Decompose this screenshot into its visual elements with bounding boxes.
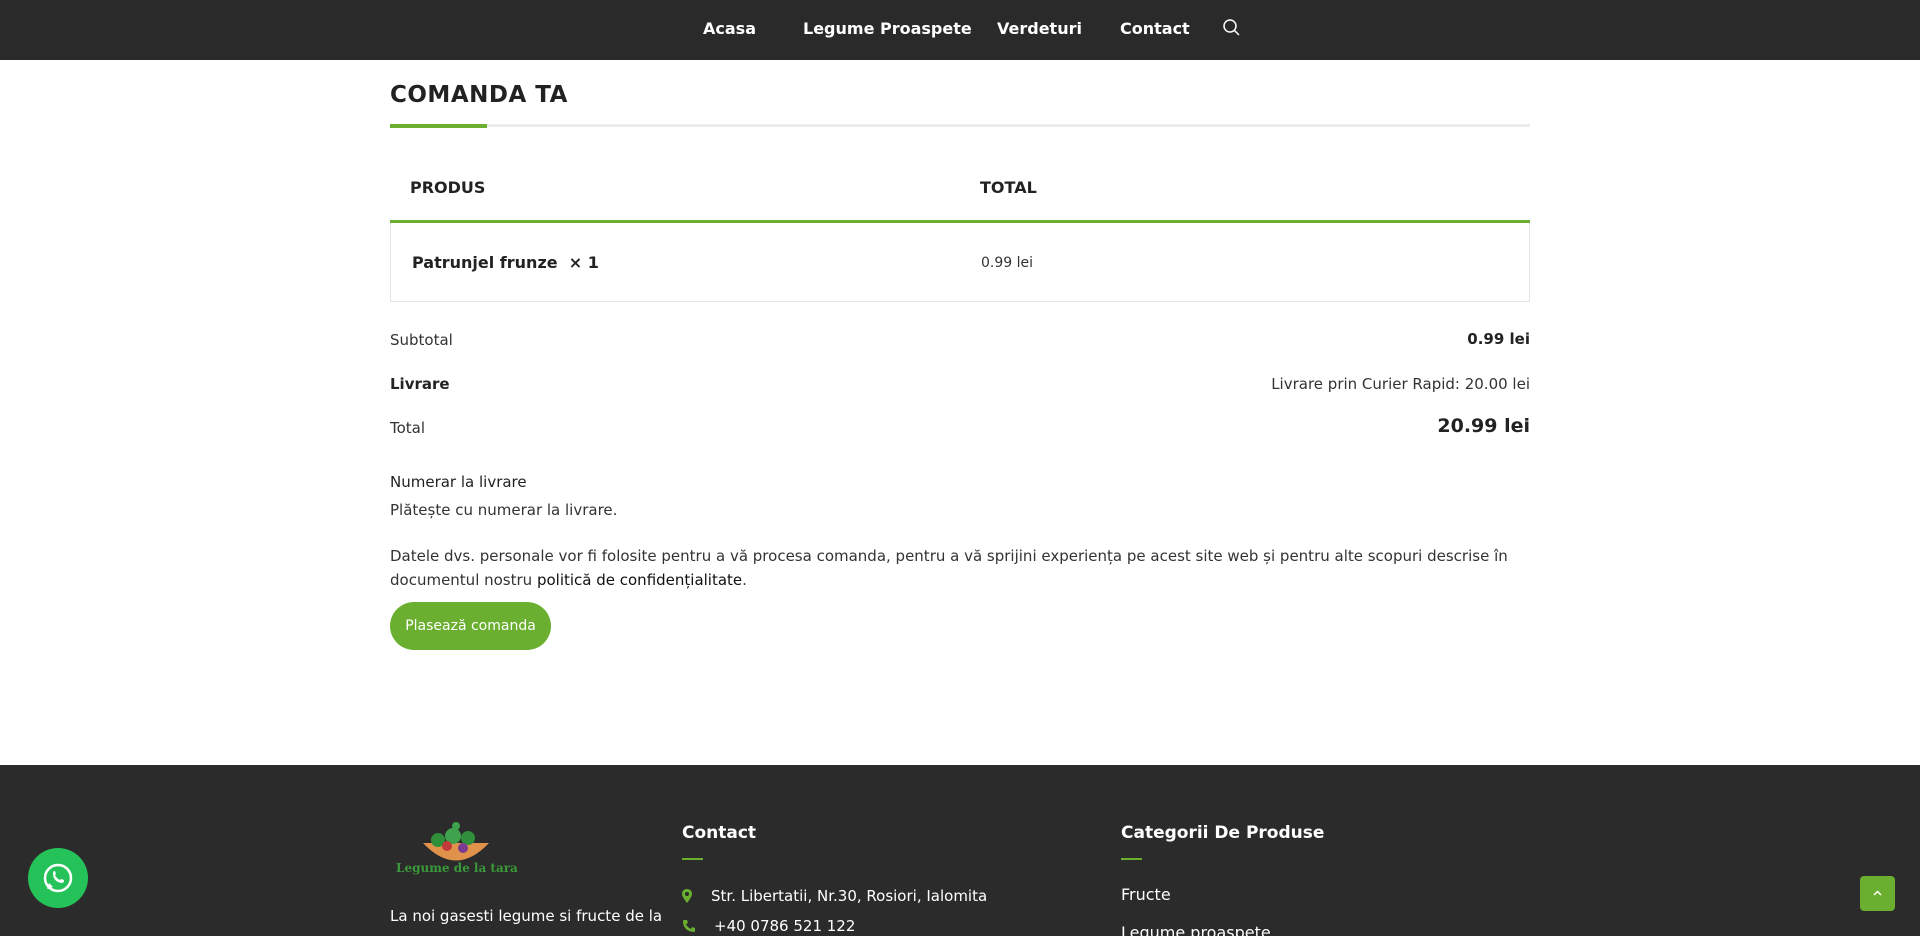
category-link-legume-proaspete[interactable]: Legume proaspete [1121,923,1271,942]
total-value: 20.99 lei [1437,415,1530,437]
payment-method-description: Plătește cu numerar la livrare. [390,501,618,519]
place-order-button[interactable]: Plasează comanda [390,602,551,650]
product-quantity: × 1 [568,253,599,272]
top-navigation: Acasa Legume Proaspete Verdeturi Contact [0,0,1920,60]
location-icon [682,888,696,903]
privacy-policy-link[interactable]: politică de confidențialitate [537,571,742,589]
title-divider [390,124,1530,127]
nav-link-acasa[interactable]: Acasa [703,19,756,38]
subtotal-value: 0.99 lei [1467,330,1530,348]
product-total: 0.99 lei [981,255,1034,271]
shipping-label: Livrare [390,375,450,393]
footer-contact-accent [682,858,703,860]
whatsapp-icon [28,863,88,912]
footer-categories-accent [1121,858,1142,860]
logo-text: Legume de la tara [396,861,518,875]
table-row: Patrunjel frunze × 1 0.99 lei [390,223,1530,302]
back-to-top-button[interactable] [1860,876,1895,911]
footer-categories-title: Categorii De Produse [1121,823,1325,843]
privacy-text-end: . [742,571,747,589]
chevron-up-icon [1860,890,1895,915]
order-table: PRODUS TOTAL Patrunjel frunze × 1 0.99 l… [390,150,1530,302]
nav-link-legume-proaspete[interactable]: Legume Proaspete [803,19,972,38]
table-header-total: TOTAL [980,178,1037,197]
subtotal-label: Subtotal [390,331,453,349]
payment-method-title: Numerar la livrare [390,473,527,491]
table-header-product: PRODUS [410,178,486,197]
privacy-notice: Datele dvs. personale vor fi folosite pe… [390,544,1535,592]
shipping-value: Livrare prin Curier Rapid: 20.00 lei [1271,375,1530,393]
phone-icon [682,918,696,932]
category-link-fructe[interactable]: Fructe [1121,885,1171,904]
order-section-title: COMANDA TA [390,82,568,108]
product-name: Patrunjel frunze [412,253,558,272]
contact-address: Str. Libertatii, Nr.30, Rosiori, Ialomit… [711,887,988,905]
product-name-cell: Patrunjel frunze × 1 [412,253,599,272]
contact-phone[interactable]: +40 0786 521 122 [714,917,855,935]
footer-contact-title: Contact [682,823,757,843]
nav-link-verdeturi[interactable]: Verdeturi [997,19,1082,38]
footer: Legume de la tara La noi gasesti legume … [0,765,1920,942]
nav-link-contact[interactable]: Contact [1120,19,1190,38]
title-accent-bar [390,124,487,128]
footer-about-text: La noi gasesti legume si fructe de la [390,907,663,925]
total-label: Total [390,419,426,437]
whatsapp-chat-button[interactable] [28,848,88,908]
search-icon[interactable] [1222,18,1242,38]
